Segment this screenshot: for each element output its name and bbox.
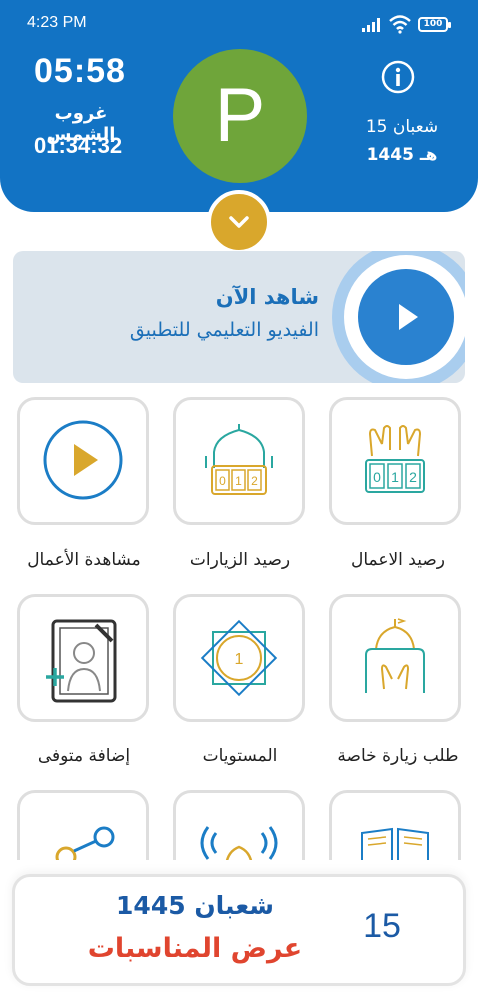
play-icon — [399, 304, 418, 330]
svg-text:0: 0 — [373, 469, 381, 485]
svg-text:0: 0 — [219, 474, 226, 488]
signal-icon — [362, 18, 380, 32]
svg-text:1: 1 — [235, 474, 242, 488]
tutorial-video-banner[interactable]: شاهد الآن الفيديو التعليمي للتطبيق — [13, 251, 465, 383]
show-events-link[interactable]: عرض المناسبات — [55, 933, 335, 964]
status-time: 4:23 PM — [27, 14, 87, 31]
grid-tile-deeds-balance[interactable]: 0 1 2 — [329, 397, 461, 525]
avatar[interactable]: P — [173, 49, 307, 183]
watch-now-title: شاهد الآن — [215, 285, 319, 309]
grid-label-view-deeds: مشاهدة الأعمال — [27, 550, 141, 570]
current-time: 05:58 — [34, 52, 126, 90]
play-circle-icon — [43, 420, 123, 500]
wifi-icon — [389, 15, 411, 34]
grid-tile-levels[interactable]: 1 — [173, 594, 305, 722]
sunset-countdown: 01:34:32 — [34, 133, 123, 158]
info-icon[interactable] — [380, 59, 416, 95]
svg-text:2: 2 — [409, 469, 417, 485]
battery-icon: 100 — [418, 17, 451, 32]
add-deceased-icon — [46, 619, 117, 703]
grid-label-deeds-balance: رصيد الاعمال — [350, 550, 446, 570]
grid-tile-add-deceased[interactable] — [17, 594, 149, 722]
hijri-day: 15 شعبان — [365, 117, 439, 137]
events-card[interactable]: 15 شعبان 1445 عرض المناسبات — [12, 874, 466, 986]
shrine-prayer-icon — [365, 618, 425, 693]
chevron-down-icon — [229, 216, 249, 228]
grid-label-private-visit: طلب زيارة خاصة — [337, 746, 459, 766]
grid-tile-private-visit[interactable] — [329, 594, 461, 722]
grid-tile-visits-balance[interactable]: 0 1 2 — [173, 397, 305, 525]
events-month: شعبان 1445 — [116, 891, 274, 920]
level-number: 1 — [235, 651, 244, 668]
header: 4:23 PM 100 05:58 غروب الشمس 01:34:32 P … — [0, 0, 478, 212]
tutorial-video-subtitle: الفيديو التعليمي للتطبيق — [129, 319, 319, 341]
level-badge-icon: 1 — [200, 619, 278, 697]
dome-counter-icon: 0 1 2 — [205, 424, 273, 495]
praying-hands-counter-icon: 0 1 2 — [365, 425, 425, 493]
grid-label-levels: المستويات — [202, 746, 278, 766]
header-toggle-button[interactable] — [207, 190, 271, 254]
svg-text:1: 1 — [391, 469, 399, 485]
events-day: 15 — [363, 907, 401, 945]
grid-tile-view-deeds[interactable] — [17, 397, 149, 525]
grid-label-add-deceased: إضافة متوفى — [37, 746, 131, 766]
hijri-year: 1445 هـ — [366, 145, 438, 165]
status-bar: 4:23 PM 100 — [0, 0, 478, 52]
grid-label-visits-balance: رصيد الزيارات — [189, 550, 291, 570]
svg-text:2: 2 — [251, 474, 258, 488]
